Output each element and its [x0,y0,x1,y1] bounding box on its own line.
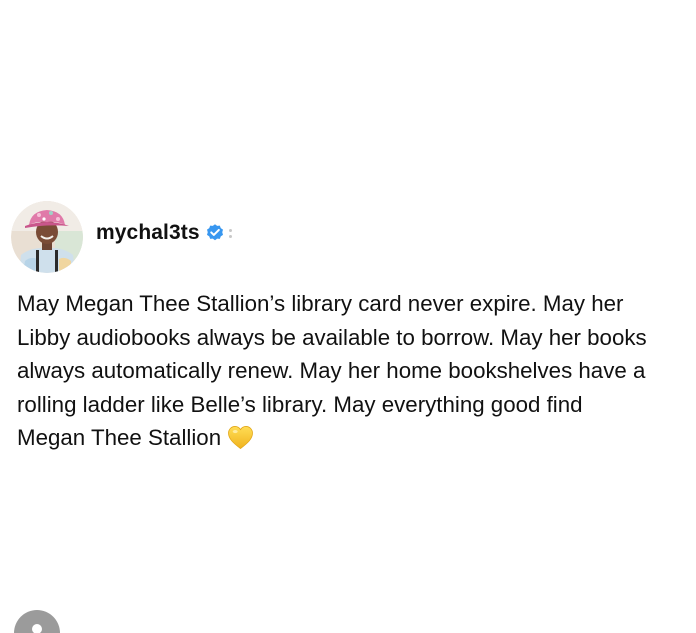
post-caption: May Megan Thee Stallion’s library card n… [17,287,693,455]
avatar-head-shape [32,624,42,633]
avatar-photo [11,201,83,273]
caption-line-2: Libby audiobooks always be available to … [17,324,647,350]
caption-line-3: always automatically renew. May her home… [17,358,646,383]
post-header: mychal3ts [11,201,233,273]
caption-line-5: Megan Thee Stallion [17,425,222,450]
commenter-avatar-icon[interactable] [14,610,60,633]
username[interactable]: mychal3ts [96,221,200,245]
caption-line-4: rolling ladder like Belle’s library. May… [17,391,583,417]
yellow-heart-icon [227,425,254,450]
user-avatar[interactable] [11,201,83,273]
more-options-icon[interactable] [228,223,233,243]
caption-line-1: May Megan Thee Stallion’s library card n… [17,291,624,316]
verified-badge-icon [205,223,225,243]
username-row: mychal3ts [96,221,233,245]
